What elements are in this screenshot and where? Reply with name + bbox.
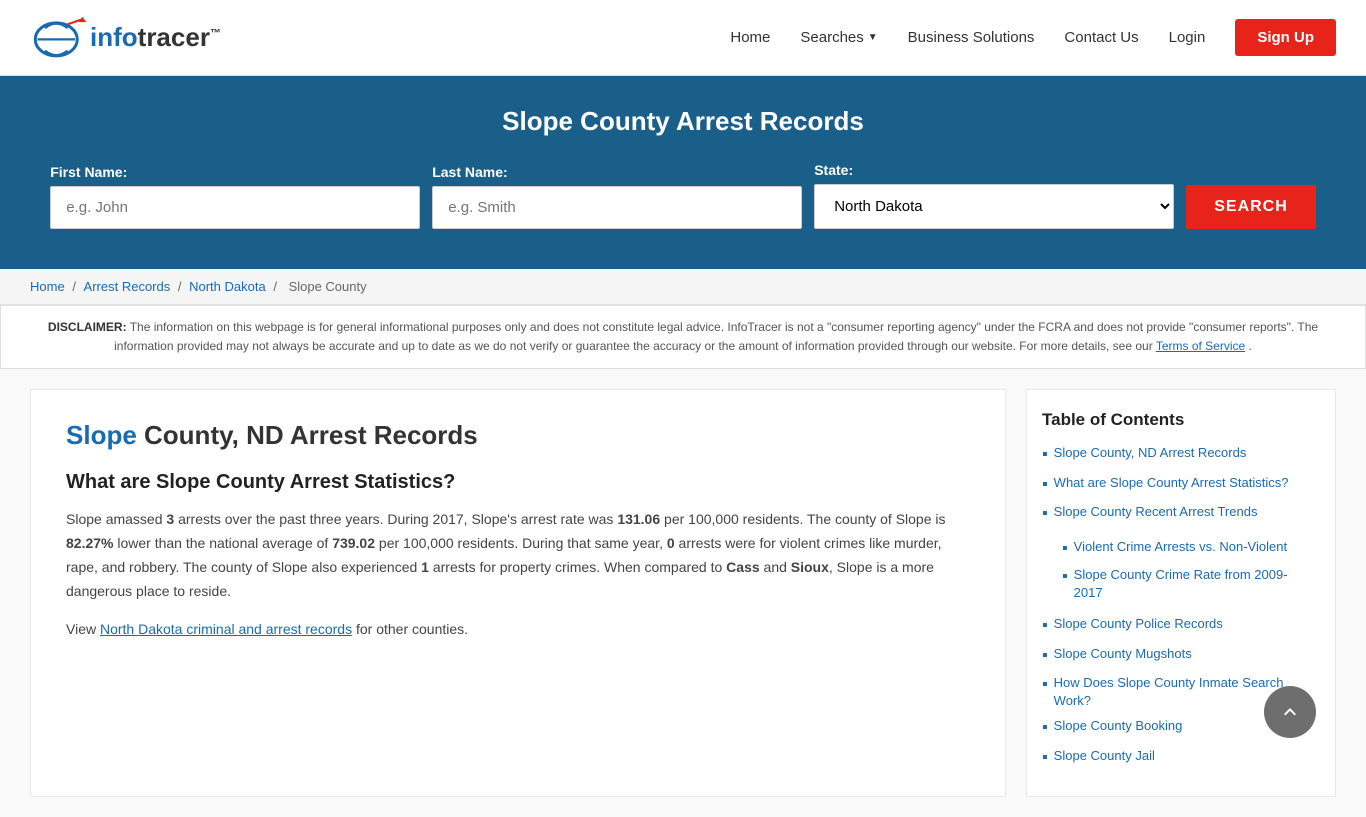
disclaimer-bold: DISCLAIMER: [48,320,127,334]
toc-subitem-1: ▪ Violent Crime Arrests vs. Non-Violent [1062,538,1315,560]
content-bottom-wrapper: Slope County, ND Arrest Records What are… [0,369,1366,817]
disclaimer-tos-link[interactable]: Terms of Service [1156,339,1245,353]
nav-searches[interactable]: Searches ▼ [800,29,877,46]
first-name-label: First Name: [50,164,127,180]
toc-link-5[interactable]: Slope County Mugshots [1054,645,1192,663]
bullet-icon: ▪ [1042,717,1048,739]
stats-heading: What are Slope County Arrest Statistics? [66,471,970,494]
last-name-label: Last Name: [432,164,507,180]
toc-link-1[interactable]: Slope County, ND Arrest Records [1054,444,1247,462]
search-form: First Name: Last Name: State: North Dako… [20,162,1346,229]
article-title-rest: County, ND Arrest Records [137,420,478,450]
nd-link[interactable]: North Dakota criminal and arrest records [100,621,352,637]
bullet-icon: ▪ [1042,503,1048,525]
lower-pct: 82.27% [66,535,113,551]
chevron-up-icon [1278,700,1302,724]
toc-heading: Table of Contents [1042,410,1315,430]
toc-link-7[interactable]: Slope County Booking [1054,717,1183,735]
main-content: Slope County, ND Arrest Records What are… [30,389,1006,797]
bullet-icon: ▪ [1042,674,1048,696]
stats-paragraph2: View North Dakota criminal and arrest re… [66,618,970,642]
toc-link-2[interactable]: What are Slope County Arrest Statistics? [1054,474,1289,492]
logo-tm: ™ [210,27,221,39]
content-wrapper: Slope County, ND Arrest Records What are… [0,369,1366,817]
logo-tracer: tracer [138,22,210,52]
signup-button[interactable]: Sign Up [1235,19,1336,56]
logo-info: info [90,22,138,52]
disclaimer-tos-end: . [1249,339,1252,353]
site-header: infotracer™ Home Searches ▼ Business Sol… [0,0,1366,76]
main-nav: Home Searches ▼ Business Solutions Conta… [730,19,1336,56]
bullet-icon: ▪ [1042,444,1048,466]
login-button[interactable]: Login [1169,29,1206,46]
toc-sublist: ▪ Violent Crime Arrests vs. Non-Violent … [1062,538,1315,609]
stats-paragraph1: Slope amassed 3 arrests over the past th… [66,508,970,603]
first-name-group: First Name: [50,164,420,229]
search-button[interactable]: SEARCH [1186,185,1316,229]
nav-home[interactable]: Home [730,29,770,46]
city1: Cass [726,559,759,575]
toc-item-8: ▪ Slope County Jail [1042,747,1315,769]
toc-item-5: ▪ Slope County Mugshots [1042,645,1315,667]
breadcrumb-sep1: / [72,279,79,294]
disclaimer-text: The information on this webpage is for g… [114,320,1318,353]
bullet-icon: ▪ [1042,747,1048,769]
hero-section: Slope County Arrest Records First Name: … [0,76,1366,269]
state-select[interactable]: North Dakota [814,184,1174,229]
logo[interactable]: infotracer™ [30,10,221,65]
bullet-icon: ▪ [1062,566,1068,588]
toc-link-4[interactable]: Slope County Police Records [1054,615,1223,633]
bullet-icon: ▪ [1042,615,1048,637]
national-avg: 739.02 [332,535,375,551]
nav-business-solutions[interactable]: Business Solutions [908,29,1035,46]
toc-link-3[interactable]: Slope County Recent Arrest Trends [1054,503,1258,521]
property-count: 1 [421,559,429,575]
toc-link-sub-1[interactable]: Violent Crime Arrests vs. Non-Violent [1074,538,1287,556]
breadcrumb: Home / Arrest Records / North Dakota / S… [0,269,1366,305]
breadcrumb-sep2: / [178,279,185,294]
arrest-rate: 131.06 [617,511,660,527]
scroll-top-button[interactable] [1264,686,1316,738]
bullet-icon: ▪ [1062,538,1068,560]
first-name-input[interactable] [50,186,420,229]
toc-subitem-2: ▪ Slope County Crime Rate from 2009-2017 [1062,566,1315,602]
breadcrumb-arrest-records[interactable]: Arrest Records [84,279,171,294]
last-name-input[interactable] [432,186,802,229]
state-label: State: [814,162,853,178]
hero-title: Slope County Arrest Records [20,106,1346,137]
toc-item-3: ▪ Slope County Recent Arrest Trends [1042,503,1315,525]
last-name-group: Last Name: [432,164,802,229]
violent-count: 0 [667,535,675,551]
bullet-icon: ▪ [1042,645,1048,667]
toc-item-sub-group: ▪ Violent Crime Arrests vs. Non-Violent … [1042,533,1315,609]
toc-link-8[interactable]: Slope County Jail [1054,747,1155,765]
city2: Sioux [791,559,829,575]
disclaimer-bar: DISCLAIMER: The information on this webp… [0,305,1366,369]
toc-link-sub-2[interactable]: Slope County Crime Rate from 2009-2017 [1074,566,1315,602]
toc-item-1: ▪ Slope County, ND Arrest Records [1042,444,1315,466]
state-group: State: North Dakota [814,162,1174,229]
toc-item-2: ▪ What are Slope County Arrest Statistic… [1042,474,1315,496]
article-title-highlight: Slope [66,420,137,450]
article-title: Slope County, ND Arrest Records [66,420,970,451]
chevron-down-icon: ▼ [868,32,878,43]
breadcrumb-sep3: / [273,279,280,294]
breadcrumb-slope-county: Slope County [289,279,367,294]
breadcrumb-home[interactable]: Home [30,279,65,294]
nav-contact-us[interactable]: Contact Us [1064,29,1138,46]
bullet-icon: ▪ [1042,474,1048,496]
breadcrumb-north-dakota[interactable]: North Dakota [189,279,266,294]
toc-item-4: ▪ Slope County Police Records [1042,615,1315,637]
